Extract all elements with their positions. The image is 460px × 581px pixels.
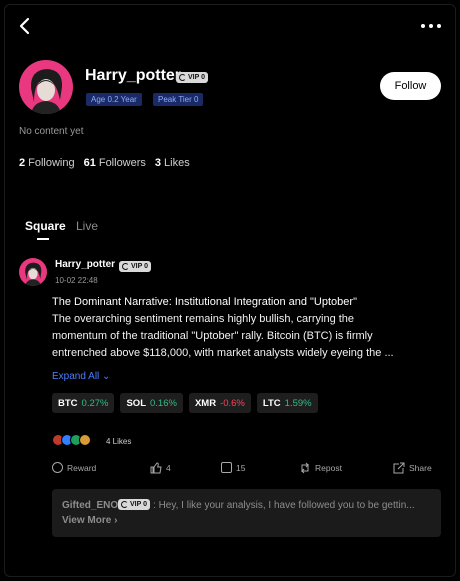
ticker-symbol: SOL: [126, 397, 146, 409]
likes-label: Likes: [164, 157, 190, 169]
share-label: Share: [409, 463, 432, 473]
ticker-change: 1.59%: [284, 397, 312, 409]
comment-body: Hey, I like your analysis, I have follow…: [158, 500, 415, 511]
view-more-link[interactable]: View More ›: [62, 515, 117, 526]
avatar[interactable]: [19, 60, 73, 114]
peak-tier-tag: Peak Tier 0: [153, 93, 204, 106]
ticker-change: -0.6%: [220, 397, 245, 409]
post-username[interactable]: Harry_potter: [55, 259, 115, 270]
following-count: 2: [19, 157, 26, 169]
ticker-chip[interactable]: LTC 1.59%: [256, 393, 318, 413]
ticker-symbol: LTC: [262, 397, 281, 409]
comment-icon: [221, 462, 232, 473]
profile-stats: 2 Following 61 Followers 3 Likes: [19, 157, 190, 169]
ticker-chip[interactable]: BTC 0.27%: [52, 393, 115, 413]
likes-count: 3: [154, 157, 162, 169]
follow-button[interactable]: Follow: [380, 72, 441, 100]
reward-icon: [52, 462, 63, 473]
vip-badge: VIP 0: [176, 72, 208, 83]
vip-label: VIP 0: [188, 74, 205, 81]
vip-ring-icon: [179, 74, 186, 81]
ticker-change: 0.27%: [81, 397, 109, 409]
vip-ring-icon: [122, 263, 129, 270]
post-timestamp: 10-02 22:48: [55, 276, 98, 285]
active-tab-indicator: [37, 238, 49, 240]
tab-square[interactable]: Square: [25, 219, 66, 233]
likes-count-label[interactable]: 4 Likes: [106, 437, 131, 446]
repost-label: Repost: [315, 463, 342, 473]
ticker-chip[interactable]: XMR -0.6%: [188, 393, 251, 413]
comment-text: : Hey, I like your analysis, I have foll…: [153, 500, 415, 511]
smile-reaction-icon: [79, 434, 91, 446]
reward-label: Reward: [67, 462, 97, 473]
comment-button[interactable]: 15: [221, 462, 245, 473]
share-icon: [393, 462, 405, 474]
following-stat[interactable]: 2 Following: [19, 157, 75, 169]
followers-label: Followers: [98, 157, 146, 169]
profile-username: Harry_potter: [85, 67, 182, 84]
vip-label: VIP 0: [130, 501, 147, 508]
ticker-symbol: XMR: [194, 397, 217, 409]
post-title: The Dominant Narrative: Institutional In…: [52, 296, 357, 308]
comment-username[interactable]: Gifted_ENO: [62, 500, 118, 511]
post-body-line: entrenched above $118,000, with market a…: [52, 347, 394, 359]
ticker-symbol: BTC: [58, 397, 78, 409]
vip-label: VIP 0: [131, 263, 148, 270]
post-body[interactable]: The overarching sentiment remains highly…: [52, 311, 444, 362]
view-more-label: View More: [62, 515, 112, 526]
likes-stat: 3 Likes: [155, 157, 190, 169]
ticker-change: 0.16%: [150, 397, 177, 409]
expand-all-link[interactable]: Expand All ⌄: [52, 371, 110, 382]
share-button[interactable]: Share: [393, 462, 432, 474]
comment-preview[interactable]: [52, 489, 441, 537]
like-count: 4: [166, 463, 171, 473]
comment-vip-badge: VIP 0: [118, 499, 150, 510]
comment-count: 15: [236, 462, 246, 473]
post-body-line: The overarching sentiment remains highly…: [52, 313, 355, 325]
age-tag: Age 0.2 Year: [86, 93, 142, 106]
ticker-list: BTC 0.27% SOL 0.16% XMR -0.6% LTC 1.59%: [52, 393, 318, 413]
repost-icon: [301, 462, 309, 474]
chevron-right-icon: ›: [114, 515, 118, 526]
expand-all-label: Expand All: [52, 371, 100, 382]
followers-stat[interactable]: 61 Followers: [84, 157, 146, 169]
back-chevron-icon[interactable]: [16, 16, 34, 36]
chevron-down-icon: ⌄: [102, 371, 111, 382]
following-label: Following: [28, 157, 75, 169]
like-button[interactable]: 4: [150, 462, 171, 474]
more-options-icon[interactable]: [421, 17, 443, 35]
post-vip-badge: VIP 0: [119, 261, 151, 272]
bio-empty-text: No content yet: [19, 126, 84, 137]
followers-count: 61: [83, 157, 96, 169]
ticker-chip[interactable]: SOL 0.16%: [120, 393, 183, 413]
reward-button[interactable]: Reward: [52, 462, 96, 473]
repost-button[interactable]: Repost: [299, 462, 342, 474]
post-body-line: momentum of the traditional "Uptober" ra…: [52, 330, 373, 342]
tab-live[interactable]: Live: [76, 219, 98, 233]
thumbs-up-icon: [150, 462, 162, 474]
post-avatar[interactable]: [19, 258, 47, 286]
reaction-icons[interactable]: [52, 434, 91, 446]
vip-ring-icon: [121, 501, 128, 508]
